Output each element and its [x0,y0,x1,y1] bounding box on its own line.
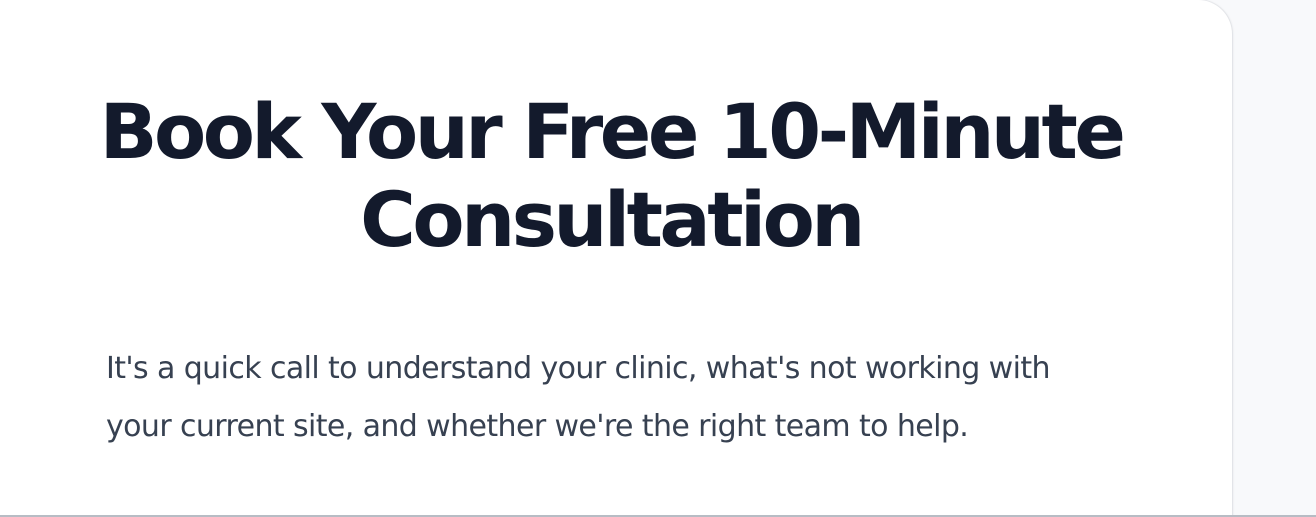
consultation-description: It's a quick call to understand your cli… [106,351,1051,444]
page: Book Your Free 10-Minute Consultation It… [0,0,1316,517]
consultation-card: Book Your Free 10-Minute Consultation It… [0,0,1232,517]
page-title: Book Your Free 10-Minute Consultation [99,87,1126,264]
